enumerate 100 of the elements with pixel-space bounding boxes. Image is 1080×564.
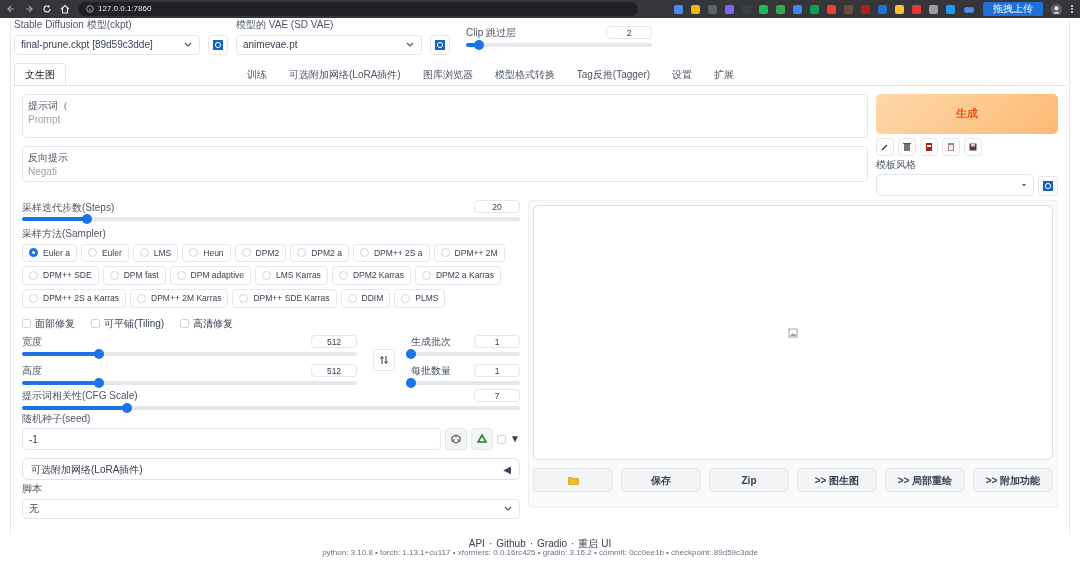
footer-link[interactable]: API — [468, 538, 485, 549]
slider-thumb[interactable] — [121, 402, 132, 413]
panel-title: 可选附加网络(LoRA插件) — [31, 462, 143, 477]
tab[interactable]: 图库浏览器 — [411, 62, 484, 85]
width-label: 宽度 — [22, 337, 42, 348]
slider-thumb[interactable] — [406, 377, 416, 388]
negative-prompt-label: 反向提示 — [28, 152, 69, 163]
dice-icon[interactable] — [451, 434, 462, 445]
tab[interactable]: 文生图 — [14, 62, 66, 85]
sampler-option[interactable]: PLMS — [394, 289, 446, 308]
prompt-label: 提示词（ — [28, 100, 69, 111]
tab[interactable]: 训练 — [236, 62, 278, 85]
number-field[interactable]: 1 — [474, 363, 520, 377]
tab[interactable]: Tag反推(Tagger) — [565, 62, 662, 85]
sampler-option[interactable]: DPM++ 2S a Karras — [22, 289, 127, 308]
footer-link[interactable]: Gradio — [537, 538, 568, 549]
output-button[interactable]: >> 图生图 — [797, 468, 877, 492]
output-button[interactable]: Zip — [709, 468, 789, 492]
sampler-option[interactable]: DPM adaptive — [169, 266, 251, 285]
vae-label: 模型的 VAE (SD VAE) — [236, 20, 335, 31]
upload-button[interactable]: 拖拽上传 — [983, 2, 1043, 16]
sampler-option[interactable]: DPM fast — [102, 266, 166, 285]
refresh-icon[interactable] — [213, 39, 223, 50]
output-button[interactable]: >> 附加功能 — [973, 468, 1053, 492]
slider-thumb[interactable] — [94, 348, 105, 359]
version-info: python: 3.10.8 • torch: 1.13.1+cu117 • xformers: 0.0.16rc425 • gradio: 3.16.2 • commit: 0cc0ee1b • checkpoint: 89d59c3dde — [322, 548, 758, 557]
tab[interactable]: 可选附加网络(LoRA插件) — [278, 62, 412, 85]
sampler-option[interactable]: DPM2 — [234, 243, 287, 263]
home-icon[interactable] — [60, 4, 70, 14]
cloud-icon[interactable] — [963, 4, 975, 14]
forward-icon[interactable] — [24, 4, 34, 14]
info-icon — [86, 5, 94, 13]
height-label: 高度 — [22, 366, 42, 377]
output-button[interactable]: >> 局部重绘 — [885, 468, 965, 492]
tab[interactable]: 模型格式转换 — [483, 62, 566, 85]
sampler-option[interactable]: DPM++ 2S a — [352, 243, 430, 263]
script-dropdown[interactable]: 无 — [22, 498, 520, 519]
prompt-field[interactable]: 提示词（ Prompt — [22, 93, 868, 138]
negative-prompt-placeholder: Negati — [28, 167, 58, 178]
seed-field[interactable]: -1 — [22, 428, 442, 451]
address-bar[interactable]: 127.0.0.1:7860 — [78, 2, 638, 16]
style-label: 模板风格 — [876, 159, 917, 170]
vae-dropdown[interactable]: animevae.pt — [236, 34, 422, 55]
footer-link[interactable]: 重启 UI — [578, 538, 612, 549]
checkpoint-dropdown[interactable]: final-prune.ckpt [89d59c3dde] — [14, 34, 200, 55]
profile-icon[interactable] — [1051, 3, 1062, 15]
number-field[interactable]: 7 — [474, 388, 520, 402]
slider-thumb[interactable] — [81, 214, 92, 224]
dropdown-icon — [1021, 182, 1027, 188]
trash-icon[interactable] — [901, 140, 913, 153]
number-field[interactable]: 512 — [311, 334, 357, 348]
footer-link[interactable]: Github — [496, 538, 526, 549]
slider-thumb[interactable] — [474, 39, 484, 50]
sampler-option[interactable]: DPM++ 2M Karras — [130, 289, 229, 308]
sampler-option[interactable]: DPM2 a Karras — [414, 266, 501, 285]
sampler-option[interactable]: Euler a — [22, 243, 77, 263]
tab[interactable]: 扩展 — [703, 62, 746, 85]
card-icon[interactable] — [923, 140, 935, 153]
sampler-option[interactable]: Euler — [80, 243, 129, 263]
tab[interactable]: 设置 — [661, 62, 704, 85]
option-checkbox[interactable]: 高清修复 — [180, 315, 234, 331]
seed-label: 随机种子(seed) — [22, 413, 92, 425]
lora-panel[interactable]: 可选附加网络(LoRA插件) ◀ — [22, 458, 520, 481]
output-button[interactable]: 保存 — [621, 468, 701, 492]
sampler-option[interactable]: DPM++ SDE Karras — [232, 289, 337, 308]
separator: · — [488, 538, 493, 549]
negative-prompt-field[interactable]: 反向提示 Negati — [22, 145, 868, 182]
number-field[interactable]: 20 — [474, 200, 520, 213]
slider-thumb[interactable] — [406, 348, 416, 359]
refresh-icon[interactable] — [1043, 181, 1053, 191]
collapse-arrow[interactable]: ◀ — [503, 461, 511, 477]
sampler-option[interactable]: DPM2 a — [290, 243, 349, 263]
sampler-option[interactable]: DPM2 Karras — [331, 266, 411, 285]
sampler-option[interactable]: LMS Karras — [255, 266, 328, 285]
sampler-label: 采样方法(Sampler) — [22, 229, 107, 240]
slider-thumb[interactable] — [94, 377, 105, 388]
separator: · — [529, 538, 534, 549]
sampler-option[interactable]: DPM++ 2M — [433, 243, 505, 263]
option-checkbox[interactable]: 面部修复 — [22, 315, 75, 331]
sampler-option[interactable]: DPM++ SDE — [22, 266, 99, 285]
steps-label: 采样迭代步数(Steps) — [22, 202, 115, 213]
menu-icon[interactable] — [1070, 4, 1074, 14]
extra-checkbox[interactable] — [497, 435, 507, 445]
number-field[interactable]: 512 — [311, 363, 357, 377]
sampler-option[interactable]: DDIM — [340, 289, 391, 308]
number-field[interactable]: 1 — [474, 334, 520, 348]
sampler-option[interactable]: LMS — [132, 243, 179, 263]
prompt-placeholder: Prompt — [28, 115, 62, 126]
script-label: 脚本 — [22, 484, 43, 495]
cfg-scale-label: 提示词相关性(CFG Scale) — [22, 391, 138, 402]
swap-button[interactable] — [373, 348, 395, 371]
expand-arrow[interactable]: ▼ — [510, 431, 520, 447]
refresh-icon[interactable] — [435, 39, 445, 50]
reload-icon[interactable] — [42, 4, 52, 14]
option-checkbox[interactable]: 可平铺(Tiling) — [91, 315, 165, 331]
back-icon[interactable] — [6, 4, 16, 14]
batch-count-label: 生成批次 — [411, 337, 451, 348]
sampler-option[interactable]: Heun — [182, 243, 231, 263]
number-field[interactable]: 2 — [606, 25, 652, 39]
clipboard-icon[interactable] — [945, 140, 957, 153]
